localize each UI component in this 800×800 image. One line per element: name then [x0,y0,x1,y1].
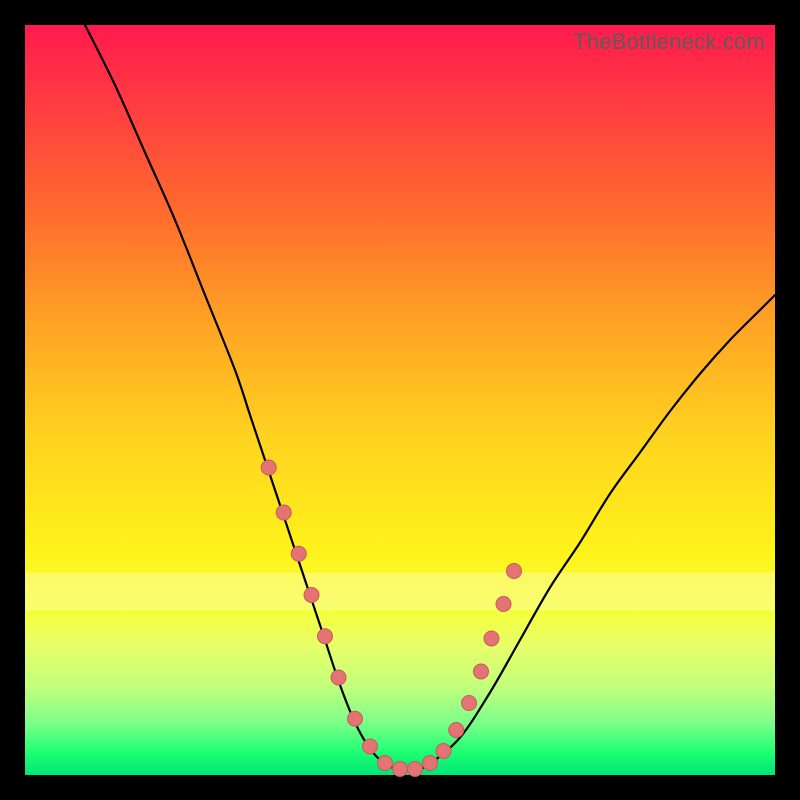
curve-marker [261,460,276,475]
curve-marker [393,762,408,777]
curve-marker [318,629,333,644]
curve-marker [474,664,489,679]
plot-area: TheBottleneck.com [25,25,775,775]
curve-marker [423,756,438,771]
curve-marker [378,756,393,771]
curve-marker [276,505,291,520]
curve-marker [462,696,477,711]
chart-svg [25,25,775,775]
curve-marker [348,711,363,726]
curve-marker [291,546,306,561]
highlight-band [25,573,775,611]
curve-marker [363,739,378,754]
outer-frame: TheBottleneck.com [0,0,800,800]
bottleneck-curve [85,25,775,771]
marker-group [261,460,521,777]
curve-marker [496,597,511,612]
curve-marker [436,744,451,759]
curve-marker [507,564,522,579]
curve-marker [449,723,464,738]
curve-marker [408,762,423,777]
curve-marker [304,588,319,603]
curve-marker [484,631,499,646]
curve-marker [331,670,346,685]
